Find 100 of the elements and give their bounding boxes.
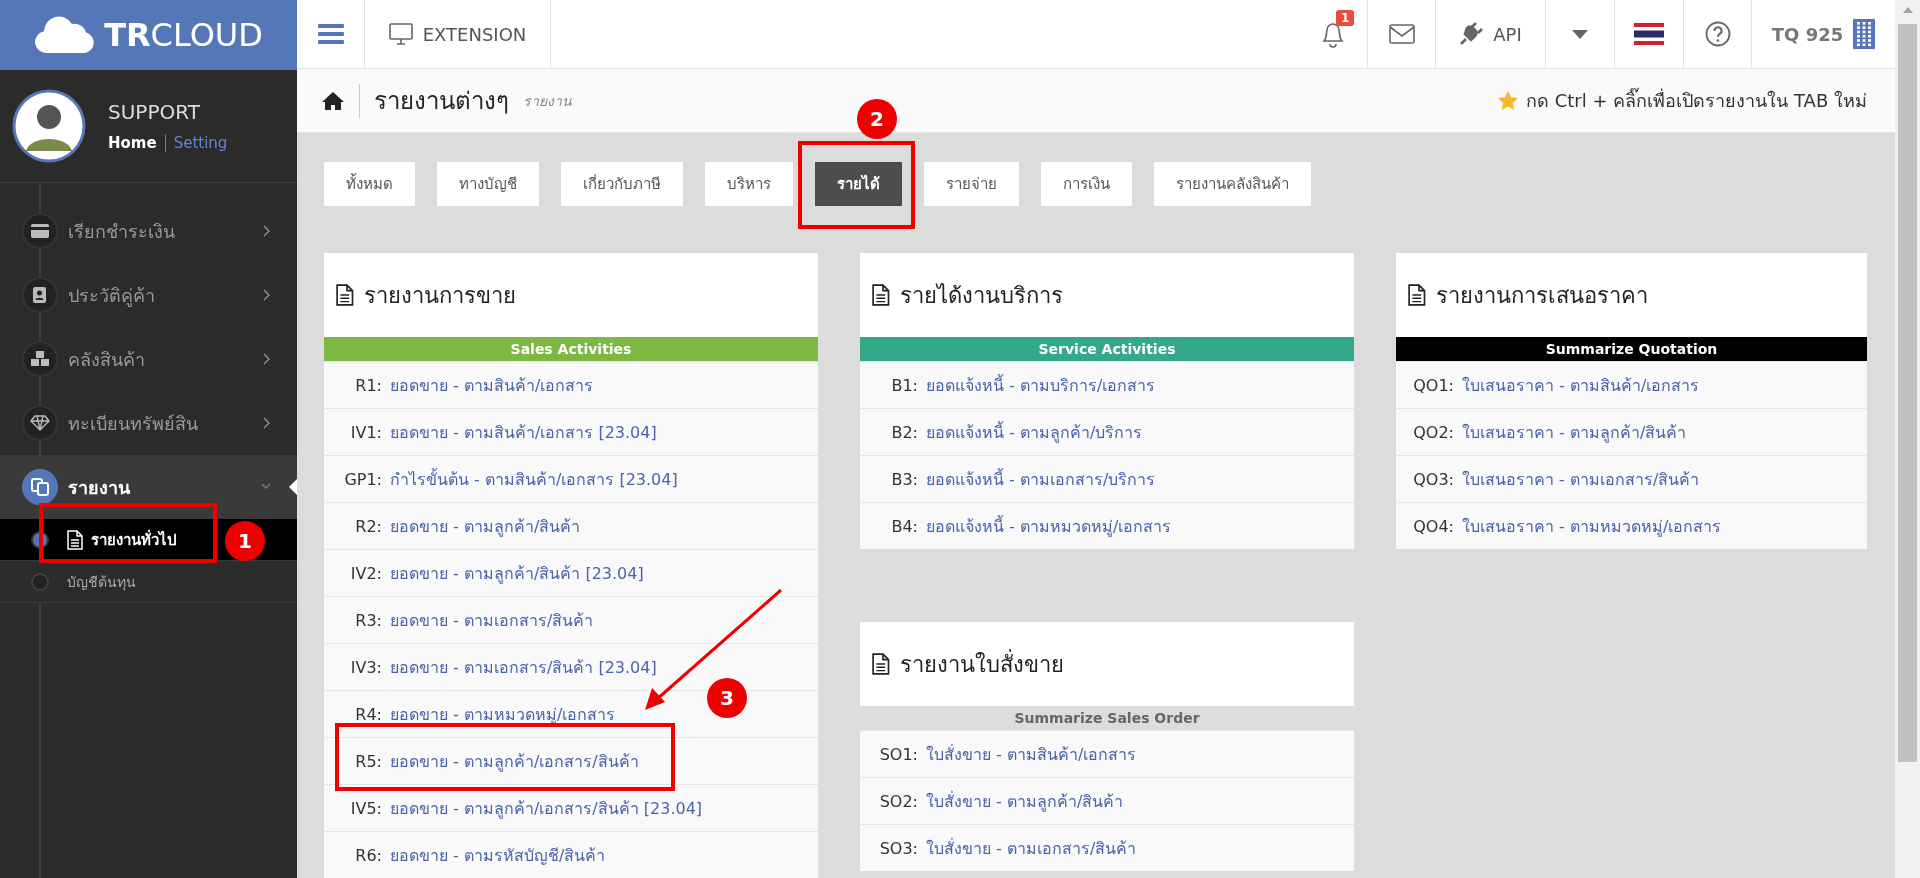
report-link[interactable]: ยอดแจ้งหนี้ - ตามบริการ/เอกสาร [926,372,1156,398]
sidebar-item[interactable]: ประวัติคู่ค้า [0,263,297,327]
report-link[interactable]: ใบสั่งขาย - ตามเอกสาร/สินค้า [926,835,1137,861]
card-title: รายงานการขาย [363,281,516,310]
star-icon [1498,91,1518,110]
contact-book-icon [32,286,48,304]
document-icon [336,284,354,306]
report-link[interactable]: ยอดขาย - ตามสินค้า/เอกสาร [23.04] [390,419,657,445]
report-link[interactable]: ใบเสนอราคา - ตามเอกสาร/สินค้า [1462,466,1700,492]
report-link[interactable]: ยอดแจ้งหนี้ - ตามลูกค้า/บริการ [926,419,1143,445]
plug-icon [1459,22,1484,46]
report-link[interactable]: ยอดขาย - ตามลูกค้า/เอกสาร/สินค้า [390,748,639,774]
menu-icon [317,23,344,45]
chevron-icon [261,353,271,365]
caret-icon [1572,29,1588,39]
report-code: R5: [354,751,382,771]
report-link[interactable]: ใบเสนอราคา - ตามสินค้า/เอกสาร [1462,372,1700,398]
filter-tab[interactable]: รายจ่าย [924,162,1019,206]
report-link[interactable]: ยอดขาย - ตามลูกค้า/เอกสาร/สินค้า [23.04] [390,795,703,821]
report-code: SO2: [878,791,918,811]
page-subtitle: รายงาน [523,91,572,111]
account-button[interactable]: TQ 925 [1751,0,1895,68]
report-link[interactable]: ยอดขาย - ตามเอกสาร/สินค้า [390,607,594,633]
report-code: QO2: [1412,422,1454,442]
section-header: Service Activities [860,337,1354,361]
sidebar-item[interactable]: รายงาน [0,455,297,519]
chevron-icon [261,417,271,429]
report-link[interactable]: ยอดขาย - ตามรหัสบัญชี/สินค้า [390,842,606,868]
report-link[interactable]: ใบเสนอราคา - ตามลูกค้า/สินค้า [1462,419,1687,445]
section-header: Sales Activities [324,337,818,361]
report-code: B2: [890,422,918,442]
section-header: Summarize Quotation [1396,337,1867,361]
report-link[interactable]: ยอดขาย - ตามหมวดหมู่/เอกสาร [390,701,616,727]
report-code: QO1: [1412,375,1454,395]
flag-icon [1634,23,1664,45]
chevron-icon [261,225,271,237]
api-button[interactable]: API [1435,0,1545,68]
diamond-icon [30,415,50,431]
document-icon [872,284,890,306]
report-link[interactable]: ใบสั่งขาย - ตามสินค้า/เอกสาร [926,741,1137,767]
report-link[interactable]: ยอดขาย - ตามสินค้า/เอกสาร [390,372,594,398]
report-code: QO4: [1412,516,1454,536]
report-code: R4: [354,704,382,724]
page-title: รายงานต่างๆ [374,86,509,117]
report-code: R2: [354,516,382,536]
report-code: QO3: [1412,469,1454,489]
monitor-icon [388,23,413,45]
notification-count: 1 [1336,10,1355,26]
report-code: B4: [890,516,918,536]
filter-tab[interactable]: บริหาร [705,162,793,206]
report-code: B3: [890,469,918,489]
sidebar-item[interactable]: เรียกชำระเงิน [0,199,297,263]
sidebar-item[interactable]: คลังสินค้า [0,327,297,391]
credit-card-icon [30,223,50,239]
report-code: R3: [354,610,382,630]
report-code: SO3: [878,838,918,858]
report-code: R6: [354,845,382,865]
report-code: SO1: [878,744,918,764]
building-icon [1853,19,1876,49]
submenu-item[interactable]: บัญชีต้นทุน [67,570,136,593]
filter-tab[interactable]: ทั้งหมด [324,162,415,206]
scrollbar[interactable] [1895,0,1920,878]
report-code: IV1: [349,422,382,442]
sidebar-item[interactable]: ทะเบียนทรัพย์สิน [0,391,297,455]
filter-tab[interactable]: การเงิน [1041,162,1132,206]
report-link[interactable]: ยอดแจ้งหนี้ - ตามเอกสาร/บริการ [926,466,1156,492]
filter-tab[interactable]: ทางบัญชี [437,162,539,206]
report-code: IV2: [349,563,382,583]
report-link[interactable]: ยอดขาย - ตามเอกสาร/สินค้า [23.04] [390,654,657,680]
cubes-icon [30,350,50,368]
document-icon [67,529,83,550]
extension-button[interactable]: EXTENSION [365,0,551,68]
report-code: GP1: [343,469,382,489]
filter-tab[interactable]: รายได้ [815,162,902,206]
report-code: IV5: [349,798,382,818]
profile-link[interactable]: Home [108,134,157,152]
home-icon [321,90,345,111]
notification-button[interactable]: 1 [1298,0,1367,68]
section-header: Summarize Sales Order [860,706,1354,730]
filter-tab[interactable]: เกี่ยวกับภาษี [561,162,683,206]
submenu-item[interactable]: รายงานทั่วไป [67,527,177,552]
report-link[interactable]: ยอดขาย - ตามลูกค้า/สินค้า [23.04] [390,560,644,586]
document-icon [1408,284,1426,306]
card-title: รายได้งานบริการ [899,281,1063,310]
document-icon [872,653,890,675]
hint-text: กด Ctrl + คลิ๊กเพื่อเปิดรายงานใน TAB ใหม่ [1526,86,1867,115]
timeline-dot [31,573,49,591]
report-code: IV3: [349,657,382,677]
user-name: SUPPORT [108,100,201,124]
chevron-icon [261,289,271,301]
report-link[interactable]: ใบเสนอราคา - ตามหมวดหมู่/เอกสาร [1462,513,1722,539]
help-icon [1704,21,1731,47]
report-link[interactable]: ยอดขาย - ตามลูกค้า/สินค้า [390,513,581,539]
copy-icon [30,477,50,497]
report-link[interactable]: ยอดแจ้งหนี้ - ตามหมวดหมู่/เอกสาร [926,513,1172,539]
report-link[interactable]: ใบสั่งขาย - ตามลูกค้า/สินค้า [926,788,1124,814]
bell-icon [1319,20,1346,48]
report-link[interactable]: กำไรขั้นต้น - ตามสินค้า/เอกสาร [23.04] [390,466,678,492]
filter-tab[interactable]: รายงานคลังสินค้า [1154,162,1311,206]
profile-link[interactable]: Setting [164,134,228,152]
